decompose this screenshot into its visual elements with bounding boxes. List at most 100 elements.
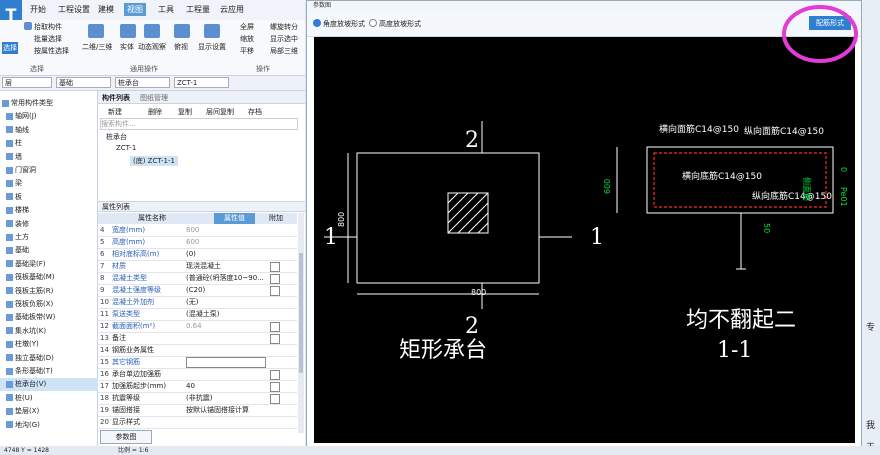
zoom-button[interactable]: 缩放	[240, 34, 254, 44]
property-scrollbar[interactable]	[298, 213, 304, 433]
2d3d-button[interactable]: 二维/三维	[82, 42, 112, 52]
layer-copy-button[interactable]: 层间复制	[206, 107, 234, 117]
show-selected-button[interactable]: 显示选中	[270, 34, 298, 44]
property-value[interactable]: (混凝土泵)	[186, 309, 264, 320]
fullscreen-button[interactable]: 全屏	[240, 22, 254, 32]
archive-button[interactable]: 存档	[248, 107, 262, 117]
property-row[interactable]: 16 承台单边加强筋	[98, 369, 297, 381]
pick-component-button[interactable]: 拾取构件	[34, 22, 62, 32]
tree-item[interactable]: 基础	[0, 244, 102, 257]
tree-item[interactable]: 墙	[0, 151, 102, 164]
component-select[interactable]: ZCT-1	[174, 77, 229, 88]
extra-checkbox[interactable]	[270, 382, 280, 392]
select-by-property-button[interactable]: 按属性选择	[34, 46, 69, 56]
tab-drawing-manage[interactable]: 图纸管理	[140, 93, 168, 103]
menu-tools[interactable]: 工具	[158, 4, 174, 15]
tree-item[interactable]: 柱	[0, 137, 102, 150]
property-row[interactable]: 20 显示样式	[98, 417, 297, 429]
property-row[interactable]: 8 混凝土类型 (普通砼(坍落度10~90...	[98, 273, 297, 285]
tree-item[interactable]: 柱墩(Y)	[0, 338, 102, 351]
tree-item[interactable]: 常用构件类型	[0, 97, 98, 110]
menu-cloud[interactable]: 云应用	[220, 4, 244, 15]
floor-select[interactable]: 层	[2, 77, 52, 88]
property-row[interactable]: 4 宽度(mm) 800	[98, 225, 297, 237]
tree-item[interactable]: 楼梯	[0, 204, 102, 217]
tree-item[interactable]: 桩(U)	[0, 392, 102, 405]
property-row[interactable]: 13 备注	[98, 333, 297, 345]
property-row[interactable]: 7 材质 现浇混凝土	[98, 261, 297, 273]
tree-item[interactable]: 条形基础(T)	[0, 365, 102, 378]
extra-checkbox[interactable]	[270, 394, 280, 404]
rotate-button[interactable]: 螺旋转分	[270, 22, 298, 32]
extra-checkbox[interactable]	[270, 274, 280, 284]
menu-view[interactable]: 视图	[124, 3, 146, 16]
extra-checkbox[interactable]	[270, 370, 280, 380]
pan-button[interactable]: 平移	[240, 46, 254, 56]
property-row[interactable]: 5 高度(mm) 600	[98, 237, 297, 249]
property-row[interactable]: 9 混凝土强度等级 (C20)	[98, 285, 297, 297]
tree-item[interactable]: 装修	[0, 218, 102, 231]
tree-item[interactable]: 垫层(X)	[0, 405, 102, 418]
component-search-input[interactable]: 搜索构件...	[100, 118, 298, 130]
property-row[interactable]: 18 抗震等级 (非抗震)	[98, 393, 297, 405]
menu-modeling[interactable]: 建模	[98, 4, 114, 15]
property-row[interactable]: 12 截面面积(m²) 0.64	[98, 321, 297, 333]
type-select[interactable]: 桩承台	[115, 77, 170, 88]
tree-item[interactable]: 基础板带(W)	[0, 311, 102, 324]
batch-select-button[interactable]: 批量选择	[34, 34, 62, 44]
menu-quantities[interactable]: 工程量	[186, 4, 210, 15]
solid-button[interactable]: 实体	[120, 42, 134, 52]
display-settings-button[interactable]: 显示设置	[198, 42, 226, 52]
category-select[interactable]: 基础	[56, 77, 111, 88]
radio-angle-slope[interactable]	[313, 19, 321, 27]
property-value[interactable]: (无)	[186, 297, 264, 308]
tree-node-pile-cap[interactable]: 桩承台	[106, 132, 127, 142]
tree-item[interactable]: 地沟(G)	[0, 419, 102, 432]
tree-item[interactable]: 轴网(J)	[0, 110, 102, 123]
tree-item[interactable]: 板	[0, 191, 102, 204]
property-value[interactable]: 按默认锚固搭接计算	[186, 405, 264, 416]
top-view-button[interactable]: 俯视	[174, 42, 188, 52]
tree-item[interactable]: 筏板基础(M)	[0, 271, 102, 284]
tree-node-zct1-1[interactable]: (底) ZCT-1-1	[130, 156, 178, 166]
tree-item[interactable]: 筏板负筋(X)	[0, 298, 102, 311]
property-value[interactable]: 800	[186, 225, 264, 236]
copy-button[interactable]: 复制	[178, 107, 192, 117]
property-row[interactable]: 6 相对底标高(m) (0)	[98, 249, 297, 261]
tree-item[interactable]: 梁	[0, 177, 102, 190]
property-row[interactable]: 14 钢筋业务属性	[98, 345, 297, 357]
tree-item[interactable]: 筏板主筋(R)	[0, 285, 102, 298]
property-value[interactable]: (C20)	[186, 285, 264, 296]
extra-checkbox[interactable]	[270, 286, 280, 296]
menu-project-settings[interactable]: 工程设置	[58, 4, 90, 15]
tree-item[interactable]: 独立基础(D)	[0, 352, 102, 365]
extra-checkbox[interactable]	[270, 334, 280, 344]
extra-checkbox[interactable]	[270, 262, 280, 272]
property-value[interactable]: 40	[186, 381, 264, 392]
tree-node-zct1[interactable]: ZCT-1	[116, 144, 136, 152]
property-value[interactable]: 0.64	[186, 321, 264, 332]
tree-item[interactable]: 土方	[0, 231, 102, 244]
delete-button[interactable]: 删除	[148, 107, 162, 117]
tab-component-list[interactable]: 构件列表	[102, 93, 130, 103]
property-value[interactable]	[186, 357, 266, 368]
select-button[interactable]: 选择	[2, 42, 18, 54]
tree-item[interactable]: 桩承台(V)	[0, 378, 102, 392]
property-value[interactable]: 600	[186, 237, 264, 248]
property-row[interactable]: 17 加强筋起步(mm) 40	[98, 381, 297, 393]
extra-checkbox[interactable]	[270, 322, 280, 332]
property-row[interactable]: 19 锚固搭接 按默认锚固搭接计算	[98, 405, 297, 417]
tree-item[interactable]: 门窗洞	[0, 164, 102, 177]
property-row[interactable]: 11 泵送类型 (混凝土泵)	[98, 309, 297, 321]
radio-height-slope[interactable]	[369, 19, 377, 27]
property-value[interactable]: (非抗震)	[186, 393, 264, 404]
dynamic-orbit-button[interactable]: 动态观察	[138, 42, 166, 52]
tree-item[interactable]: 基础梁(F)	[0, 258, 102, 271]
param-diagram-button[interactable]: 参数图	[100, 430, 152, 444]
property-row[interactable]: 10 混凝土外加剂 (无)	[98, 297, 297, 309]
tree-item[interactable]: 轴线	[0, 124, 102, 137]
property-row[interactable]: 15 其它钢筋	[98, 357, 297, 369]
property-value[interactable]: (0)	[186, 249, 264, 260]
local-3d-button[interactable]: 局部三维	[270, 46, 298, 56]
property-value[interactable]: 现浇混凝土	[186, 261, 264, 272]
